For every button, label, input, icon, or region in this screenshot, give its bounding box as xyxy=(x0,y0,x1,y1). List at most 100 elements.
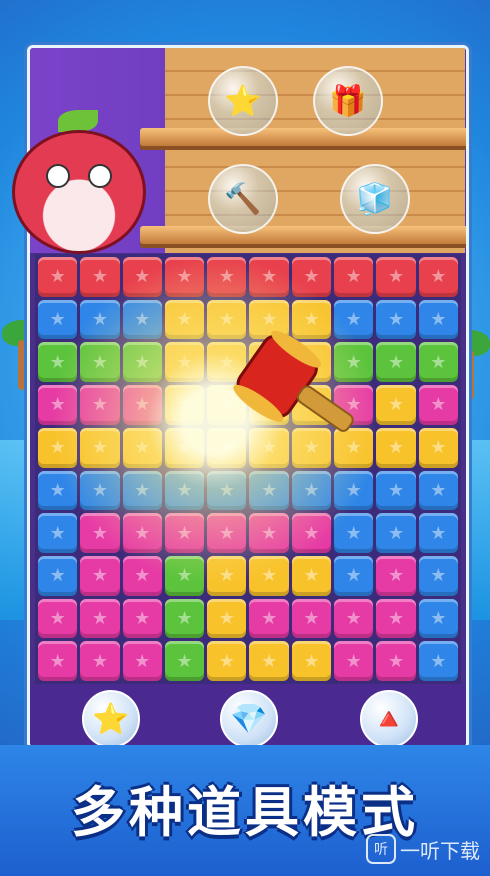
yellow-star-block[interactable]: ★ xyxy=(291,385,332,425)
shelf-bubble[interactable]: ⭐ xyxy=(208,66,278,136)
shelf-bubble[interactable]: 🔨 xyxy=(208,164,278,234)
yellow-star-block[interactable]: ★ xyxy=(122,427,162,468)
pink-star-block[interactable]: ★ xyxy=(164,513,205,553)
blue-star-block[interactable]: ★ xyxy=(80,470,120,511)
green-star-block[interactable]: ★ xyxy=(164,641,205,681)
green-star-block[interactable]: ★ xyxy=(122,342,162,383)
pink-star-block[interactable]: ★ xyxy=(122,598,162,639)
blue-star-block[interactable]: ★ xyxy=(334,555,374,596)
pink-star-block[interactable]: ★ xyxy=(376,641,416,681)
shelf-bubble[interactable]: 🧊 xyxy=(340,164,410,234)
blue-star-block[interactable]: ★ xyxy=(80,299,120,340)
yellow-star-block[interactable]: ★ xyxy=(249,555,289,596)
yellow-star-block[interactable]: ★ xyxy=(376,427,416,468)
blue-star-block[interactable]: ★ xyxy=(418,513,458,553)
pink-star-block[interactable]: ★ xyxy=(207,513,247,553)
yellow-star-block[interactable]: ★ xyxy=(249,342,289,383)
star-tool-button[interactable]: ⭐ xyxy=(82,690,140,746)
pink-star-block[interactable]: ★ xyxy=(249,598,289,639)
pink-star-block[interactable]: ★ xyxy=(38,641,78,681)
red-star-block[interactable]: ★ xyxy=(418,257,458,297)
blue-star-block[interactable]: ★ xyxy=(38,299,78,340)
red-star-block[interactable]: ★ xyxy=(376,257,416,297)
blue-star-block[interactable]: ★ xyxy=(376,470,416,511)
blue-star-block[interactable]: ★ xyxy=(334,299,374,340)
pink-star-block[interactable]: ★ xyxy=(80,598,120,639)
heart-tool-button[interactable]: 🔺 xyxy=(360,690,418,746)
blue-star-block[interactable]: ★ xyxy=(38,513,78,553)
yellow-star-block[interactable]: ★ xyxy=(291,342,332,383)
yellow-star-block[interactable]: ★ xyxy=(207,299,247,340)
yellow-star-block[interactable]: ★ xyxy=(249,641,289,681)
blue-star-block[interactable]: ★ xyxy=(122,470,162,511)
blue-star-block[interactable]: ★ xyxy=(249,470,289,511)
blue-star-block[interactable]: ★ xyxy=(334,470,374,511)
red-star-block[interactable]: ★ xyxy=(80,257,120,297)
pink-star-block[interactable]: ★ xyxy=(122,385,162,425)
blue-star-block[interactable]: ★ xyxy=(376,513,416,553)
yellow-star-block[interactable]: ★ xyxy=(164,385,205,425)
yellow-star-block[interactable]: ★ xyxy=(164,299,205,340)
blue-star-block[interactable]: ★ xyxy=(164,470,205,511)
pink-star-block[interactable]: ★ xyxy=(38,385,78,425)
pink-star-block[interactable]: ★ xyxy=(418,385,458,425)
blue-star-block[interactable]: ★ xyxy=(207,470,247,511)
yellow-star-block[interactable]: ★ xyxy=(207,385,247,425)
red-star-block[interactable]: ★ xyxy=(249,257,289,297)
blue-star-block[interactable]: ★ xyxy=(418,641,458,681)
pink-star-block[interactable]: ★ xyxy=(291,513,332,553)
yellow-star-block[interactable]: ★ xyxy=(291,427,332,468)
yellow-star-block[interactable]: ★ xyxy=(207,641,247,681)
yellow-star-block[interactable]: ★ xyxy=(334,427,374,468)
blue-star-block[interactable]: ★ xyxy=(334,513,374,553)
green-star-block[interactable]: ★ xyxy=(376,342,416,383)
pink-star-block[interactable]: ★ xyxy=(291,598,332,639)
yellow-star-block[interactable]: ★ xyxy=(80,427,120,468)
red-star-block[interactable]: ★ xyxy=(38,257,78,297)
pink-star-block[interactable]: ★ xyxy=(376,555,416,596)
yellow-star-block[interactable]: ★ xyxy=(207,555,247,596)
yellow-star-block[interactable]: ★ xyxy=(164,342,205,383)
green-star-block[interactable]: ★ xyxy=(418,342,458,383)
yellow-star-block[interactable]: ★ xyxy=(164,427,205,468)
yellow-star-block[interactable]: ★ xyxy=(418,427,458,468)
blue-star-block[interactable]: ★ xyxy=(122,299,162,340)
blue-star-block[interactable]: ★ xyxy=(376,299,416,340)
yellow-star-block[interactable]: ★ xyxy=(38,427,78,468)
pink-star-block[interactable]: ★ xyxy=(80,641,120,681)
red-star-block[interactable]: ★ xyxy=(122,257,162,297)
green-star-block[interactable]: ★ xyxy=(80,342,120,383)
pink-star-block[interactable]: ★ xyxy=(122,513,162,553)
red-star-block[interactable]: ★ xyxy=(164,257,205,297)
pink-star-block[interactable]: ★ xyxy=(334,641,374,681)
yellow-star-block[interactable]: ★ xyxy=(207,598,247,639)
pink-star-block[interactable]: ★ xyxy=(80,513,120,553)
shelf-bubble[interactable]: 🎁 xyxy=(313,66,383,136)
pink-star-block[interactable]: ★ xyxy=(80,555,120,596)
blue-star-block[interactable]: ★ xyxy=(38,555,78,596)
yellow-star-block[interactable]: ★ xyxy=(249,299,289,340)
blue-star-block[interactable]: ★ xyxy=(418,299,458,340)
blue-star-block[interactable]: ★ xyxy=(418,598,458,639)
pink-star-block[interactable]: ★ xyxy=(376,598,416,639)
red-star-block[interactable]: ★ xyxy=(207,257,247,297)
yellow-star-block[interactable]: ★ xyxy=(291,299,332,340)
yellow-star-block[interactable]: ★ xyxy=(207,342,247,383)
diamond-tool-button[interactable]: 💎 xyxy=(220,690,278,746)
pink-star-block[interactable]: ★ xyxy=(334,598,374,639)
blue-star-block[interactable]: ★ xyxy=(291,470,332,511)
red-star-block[interactable]: ★ xyxy=(334,257,374,297)
yellow-star-block[interactable]: ★ xyxy=(291,555,332,596)
red-star-block[interactable]: ★ xyxy=(291,257,332,297)
pink-star-block[interactable]: ★ xyxy=(122,555,162,596)
pink-star-block[interactable]: ★ xyxy=(122,641,162,681)
pink-star-block[interactable]: ★ xyxy=(249,513,289,553)
green-star-block[interactable]: ★ xyxy=(164,555,205,596)
yellow-star-block[interactable]: ★ xyxy=(207,427,247,468)
yellow-star-block[interactable]: ★ xyxy=(291,641,332,681)
blue-star-block[interactable]: ★ xyxy=(38,470,78,511)
pink-star-block[interactable]: ★ xyxy=(80,385,120,425)
yellow-star-block[interactable]: ★ xyxy=(376,385,416,425)
pink-star-block[interactable]: ★ xyxy=(38,598,78,639)
yellow-star-block[interactable]: ★ xyxy=(249,427,289,468)
